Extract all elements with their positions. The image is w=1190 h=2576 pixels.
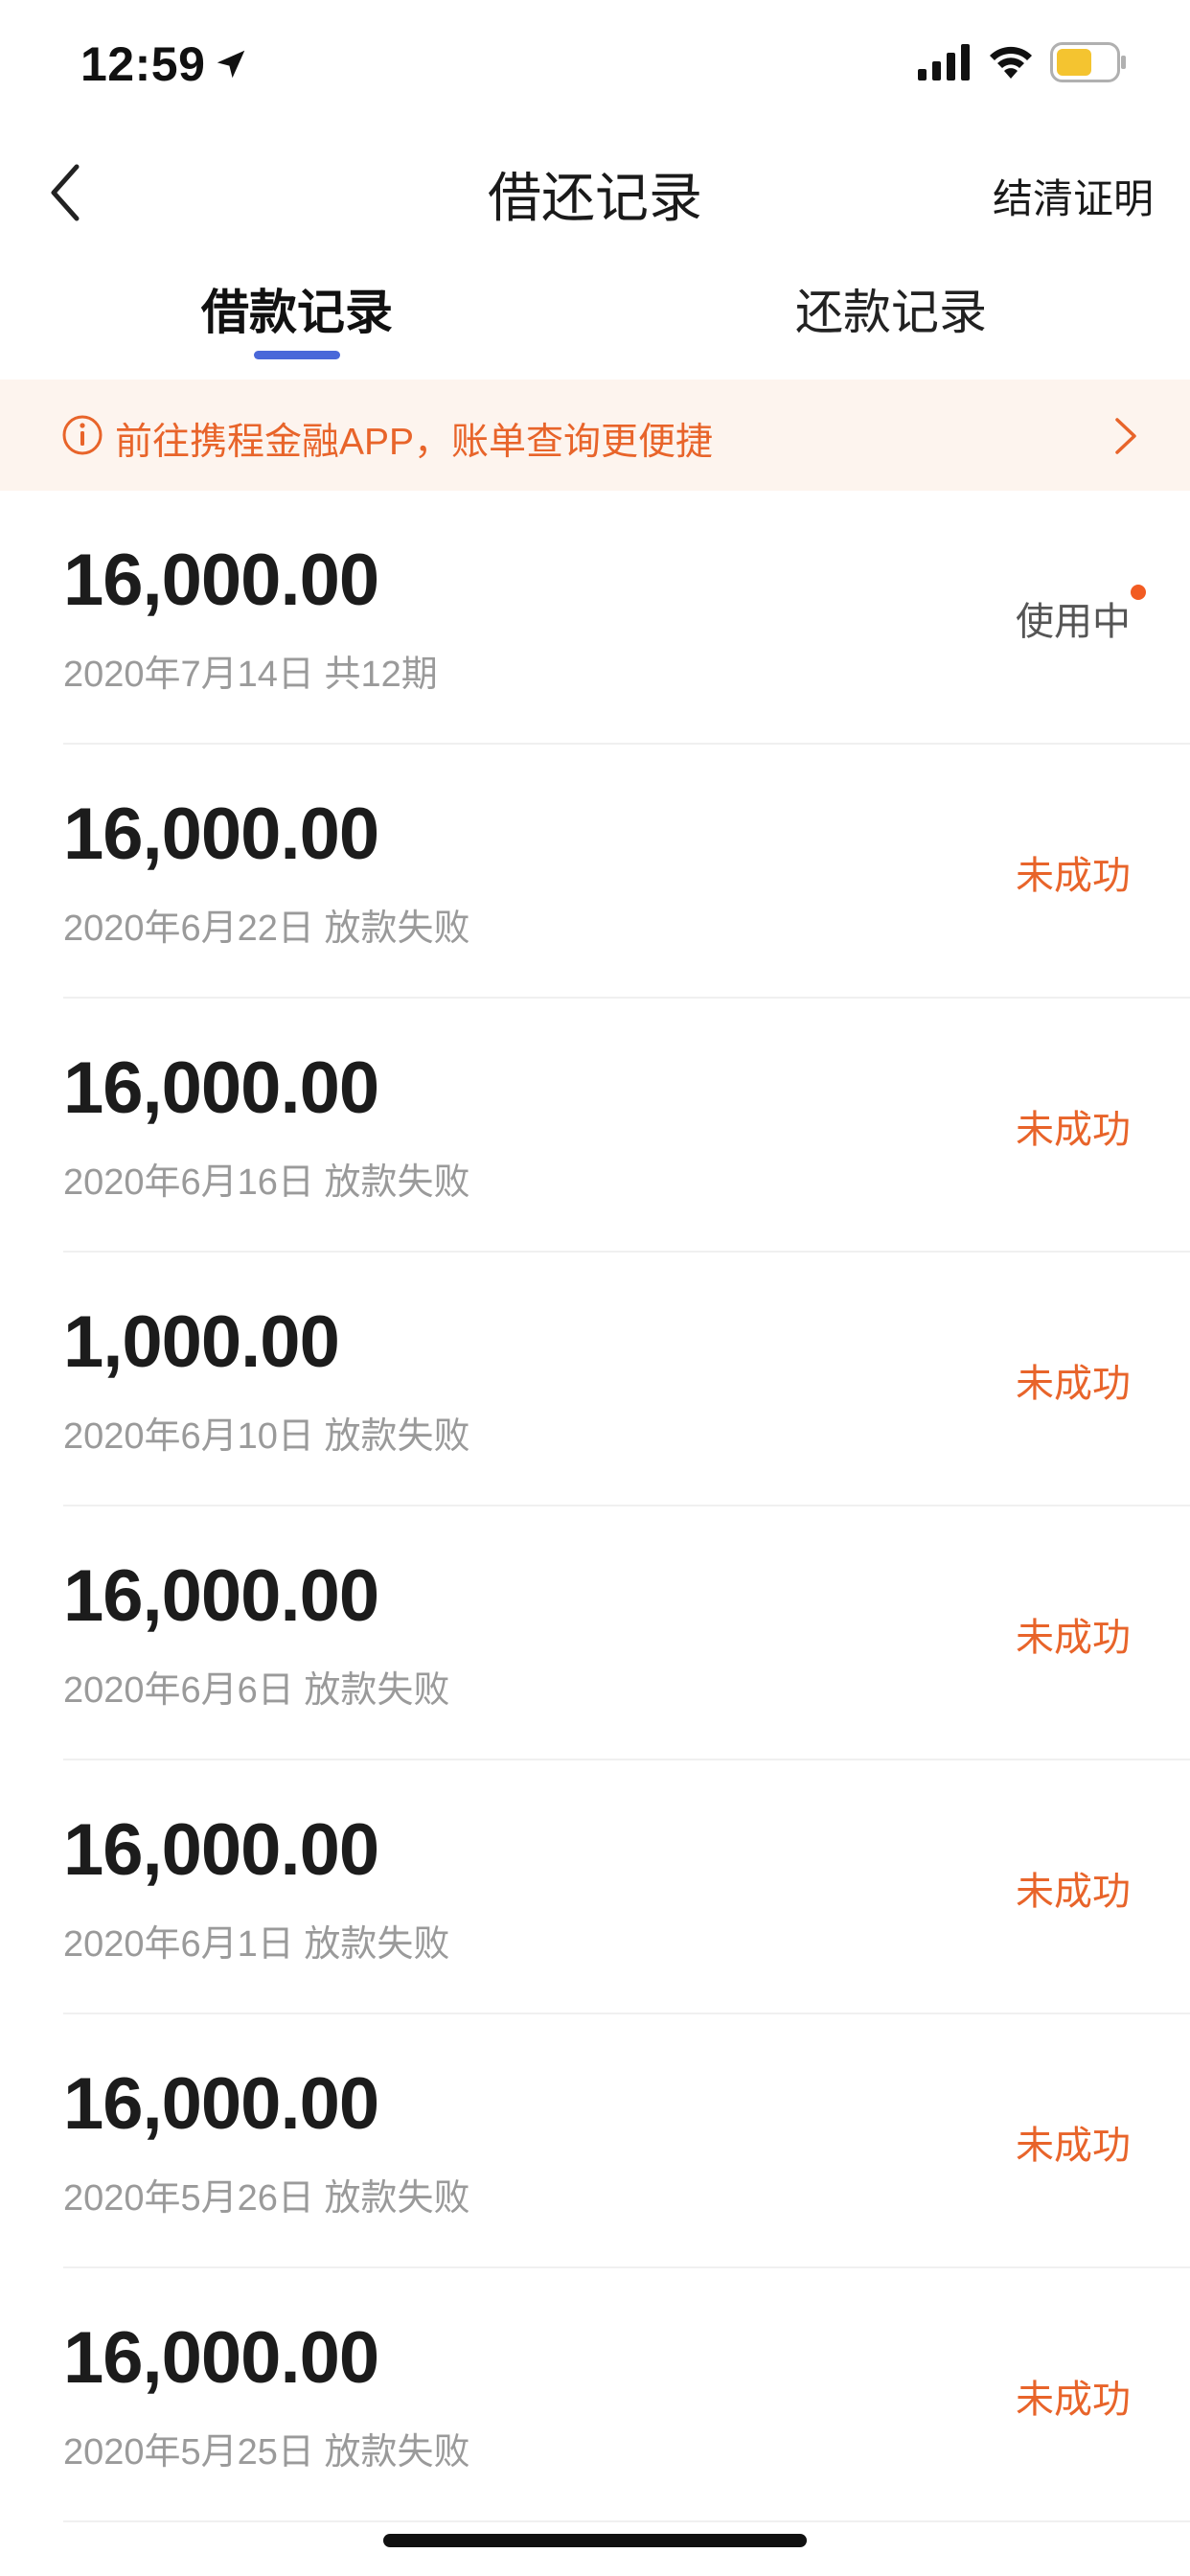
list-item[interactable]: 16,000.00 2020年7月14日 共12期 使用中 [0,491,1190,745]
home-indicator [383,2534,807,2547]
loan-date-info: 2020年6月6日 放款失败 [63,1670,450,1711]
list-item[interactable]: 16,000.00 2020年6月6日 放款失败 未成功 [0,1506,1190,1760]
loan-amount: 16,000.00 [63,1555,379,1637]
active-tab-indicator [254,351,340,359]
info-circle-icon [62,415,103,455]
banner-text: 前往携程金融APP，账单查询更便捷 [115,422,714,463]
status-badge: 未成功 [1016,855,1131,897]
status-text: 使用中 [1016,601,1131,643]
loan-record-list: 16,000.00 2020年7月14日 共12期 使用中 16,000.00 … [0,491,1190,2522]
status-bar: 12:59 [0,0,1190,126]
loan-amount: 16,000.00 [63,540,379,621]
loan-date-info: 2020年6月16日 放款失败 [63,1162,470,1203]
loan-amount: 16,000.00 [63,1047,379,1129]
loan-amount: 16,000.00 [63,1809,379,1891]
notification-dot [1131,585,1146,600]
loan-date-info: 2020年5月26日 放款失败 [63,2178,470,2219]
list-item[interactable]: 16,000.00 2020年6月1日 放款失败 未成功 [0,1760,1190,2014]
app-promo-banner[interactable]: 前往携程金融APP，账单查询更便捷 [0,380,1190,491]
status-badge: 未成功 [1016,1109,1131,1151]
loan-date-info: 2020年6月1日 放款失败 [63,1924,450,1965]
list-item[interactable]: 1,000.00 2020年6月10日 放款失败 未成功 [0,1253,1190,1506]
loan-date-info: 2020年7月14日 共12期 [63,655,438,695]
chevron-right-icon [1115,418,1136,454]
loan-amount: 16,000.00 [63,2063,379,2145]
tab-repay-records[interactable]: 还款记录 [690,274,1092,343]
status-badge: 未成功 [1016,1617,1131,1659]
wifi-icon [990,46,1032,79]
cellular-signal-icon [918,44,970,80]
loan-amount: 16,000.00 [63,794,379,875]
list-item[interactable]: 16,000.00 2020年6月22日 放款失败 未成功 [0,745,1190,999]
location-arrow-icon [217,50,245,79]
battery-icon [1050,42,1126,82]
settlement-certificate-link[interactable]: 结清证明 [993,167,1154,225]
loan-date-info: 2020年5月25日 放款失败 [63,2432,470,2472]
loan-amount: 16,000.00 [63,2317,379,2399]
list-item[interactable]: 16,000.00 2020年6月16日 放款失败 未成功 [0,999,1190,1253]
status-badge: 未成功 [1016,1363,1131,1405]
loan-amount: 1,000.00 [63,1301,340,1383]
tab-bar: 借款记录 还款记录 [0,264,1190,380]
status-badge: 未成功 [1016,1871,1131,1913]
status-time: 12:59 [80,37,206,91]
loan-date-info: 2020年6月10日 放款失败 [63,1416,470,1457]
status-badge: 未成功 [1016,2125,1131,2167]
status-badge: 未成功 [1016,2379,1131,2421]
loan-date-info: 2020年6月22日 放款失败 [63,908,470,949]
list-item[interactable]: 16,000.00 2020年5月25日 放款失败 未成功 [0,2268,1190,2522]
status-badge: 使用中 [1016,585,1146,646]
tab-borrow-records[interactable]: 借款记录 [96,274,498,343]
list-item[interactable]: 16,000.00 2020年5月26日 放款失败 未成功 [0,2014,1190,2268]
nav-bar: 借还记录 结清证明 [0,144,1190,240]
